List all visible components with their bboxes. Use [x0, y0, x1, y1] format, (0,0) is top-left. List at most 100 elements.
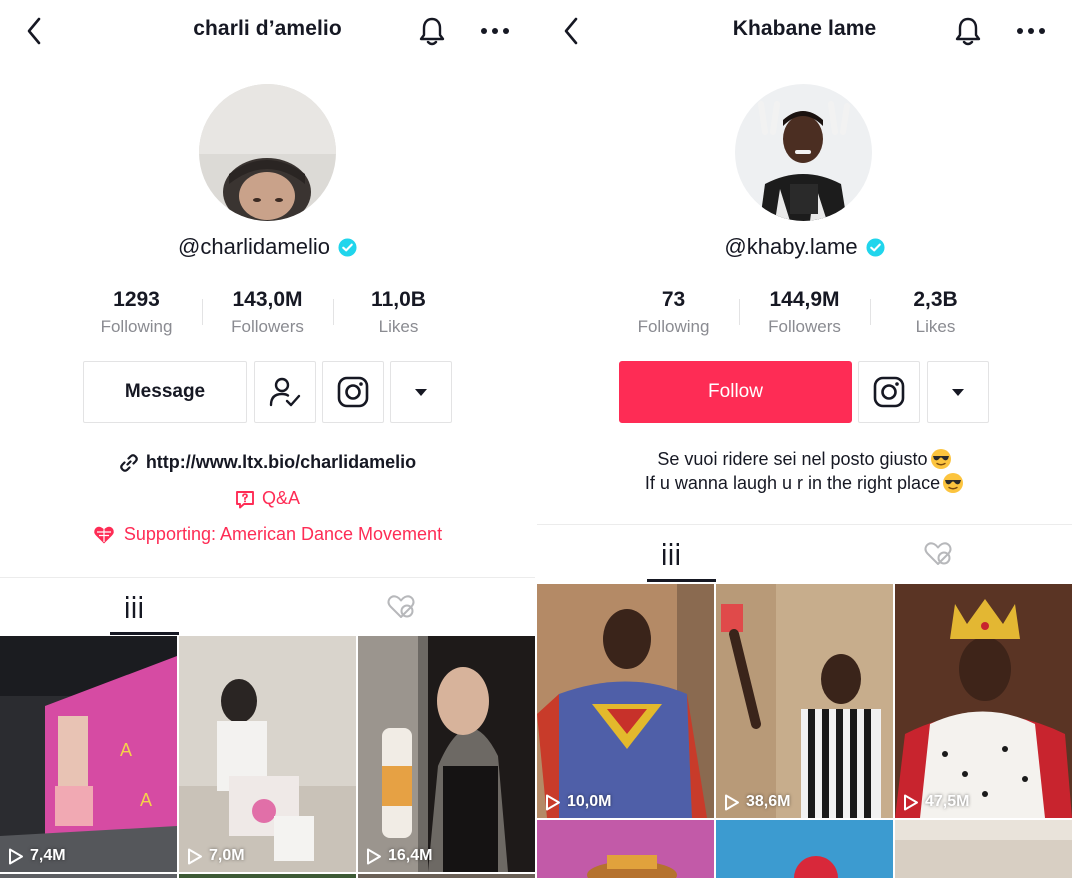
tab-liked[interactable]	[268, 578, 536, 635]
handle-row: @charlidamelio	[0, 234, 535, 260]
video-thumbnail	[895, 820, 1072, 878]
likes-stat: 2,3B Likes	[870, 287, 1001, 340]
liked-icon	[387, 594, 415, 618]
tab-videos[interactable]	[537, 525, 805, 582]
avatar-image	[199, 84, 336, 221]
more-suggestions-button[interactable]	[390, 361, 452, 423]
view-count-text: 16,4M	[388, 847, 433, 864]
video-tile[interactable]: A A 7,4M	[0, 636, 177, 872]
dropdown-icon	[952, 388, 964, 396]
following-count: 73	[661, 288, 686, 311]
follow-button[interactable]: Follow	[619, 361, 852, 423]
profile-stats: 73 Following 144,9M Followers 2,3B Likes	[537, 287, 1072, 340]
view-count-text: 7,4M	[30, 847, 66, 864]
view-count: 38,6M	[724, 793, 790, 811]
following-count: 1293	[113, 288, 160, 311]
video-grid: A A 7,4M 7,0M 16,4M	[0, 636, 535, 878]
video-grid: 10,0M 38,6M 47,5M	[537, 584, 1072, 878]
message-button[interactable]: Message	[83, 361, 247, 423]
avatar-image	[735, 84, 872, 221]
bio-link-text: http://www.ltx.bio/charlidamelio	[145, 452, 417, 472]
video-tile[interactable]	[716, 820, 893, 878]
more-icon	[1017, 28, 1045, 34]
verified-icon	[338, 237, 357, 257]
tab-videos[interactable]	[0, 578, 268, 635]
play-icon	[9, 848, 23, 864]
followers-count: 144,9M	[769, 288, 840, 311]
view-count: 16,4M	[366, 847, 432, 865]
liked-icon	[924, 541, 952, 565]
sunglasses-emoji-icon	[943, 473, 964, 493]
followers-label: Followers	[768, 317, 841, 336]
video-thumbnail	[537, 584, 714, 818]
play-icon	[904, 794, 918, 810]
video-tile[interactable]	[537, 820, 714, 878]
bell-icon	[955, 17, 981, 46]
likes-label: Likes	[915, 317, 956, 336]
bell-icon	[419, 17, 445, 46]
grid-icon	[662, 542, 679, 565]
video-thumbnail: A A	[0, 636, 177, 872]
add-friend-icon	[269, 377, 301, 407]
qa-link[interactable]: Q&A	[0, 488, 535, 509]
profile-tabs	[537, 524, 1072, 582]
bio-line: If u wanna laugh u r in the right place	[537, 471, 1072, 495]
play-icon	[188, 848, 202, 864]
instagram-button[interactable]	[858, 361, 920, 423]
link-icon	[119, 453, 138, 472]
dropdown-icon	[415, 388, 427, 396]
video-tile[interactable]: 7,0M	[179, 636, 356, 872]
play-icon	[546, 794, 560, 810]
active-tab-indicator	[110, 632, 179, 635]
notification-button[interactable]	[952, 14, 984, 48]
followers-count: 143,0M	[232, 288, 303, 311]
supporting-text: Supporting: American Dance Movement	[123, 524, 443, 544]
friends-button[interactable]	[254, 361, 316, 423]
profile-title: charli d’amelio	[193, 17, 342, 40]
instagram-icon	[337, 376, 369, 408]
more-options-button[interactable]	[1013, 14, 1049, 48]
more-suggestions-button[interactable]	[927, 361, 989, 423]
profile-stats: 1293 Following 143,0M Followers 11,0B Li…	[0, 287, 535, 340]
profile-title: Khabane lame	[732, 17, 877, 40]
active-tab-indicator	[647, 579, 716, 582]
likes-count: 11,0B	[371, 288, 426, 311]
video-tile[interactable]: 10,0M	[537, 584, 714, 818]
more-options-button[interactable]	[477, 14, 513, 48]
video-tile[interactable]: 38,6M	[716, 584, 893, 818]
svg-text:A: A	[120, 740, 132, 760]
play-icon	[367, 848, 381, 864]
notification-button[interactable]	[416, 14, 448, 48]
instagram-button[interactable]	[322, 361, 384, 423]
view-count: 47,5M	[903, 793, 969, 811]
video-tile[interactable]: 47,5M	[895, 584, 1072, 818]
bio-line: Se vuoi ridere sei nel posto giusto	[537, 447, 1072, 471]
following-stat[interactable]: 1293 Following	[71, 287, 202, 340]
followers-stat[interactable]: 144,9M Followers	[739, 287, 870, 340]
instagram-icon	[873, 376, 905, 408]
supporting-link[interactable]: Supporting: American Dance Movement	[0, 524, 535, 545]
avatar[interactable]	[199, 84, 336, 221]
view-count: 10,0M	[545, 793, 611, 811]
avatar[interactable]	[735, 84, 872, 221]
profile-bio: Se vuoi ridere sei nel posto giusto If u…	[537, 447, 1072, 495]
khaby-profile-panel: Khabane lame @khaby.lame 73 Following 14…	[537, 0, 1072, 878]
video-tile[interactable]	[895, 820, 1072, 878]
message-button-label: Message	[124, 381, 206, 402]
likes-label: Likes	[378, 317, 419, 336]
followers-stat[interactable]: 143,0M Followers	[202, 287, 333, 340]
video-tile[interactable]	[179, 874, 356, 878]
profile-tabs	[0, 577, 535, 635]
view-count: 7,0M	[187, 847, 245, 865]
profile-handle: @charlidamelio	[178, 234, 330, 259]
bio-link[interactable]: http://www.ltx.bio/charlidamelio	[0, 452, 535, 473]
video-tile[interactable]	[358, 874, 535, 878]
handle-row: @khaby.lame	[537, 234, 1072, 260]
tab-liked[interactable]	[805, 525, 1072, 582]
likes-count: 2,3B	[913, 288, 958, 311]
profile-handle: @khaby.lame	[724, 234, 858, 259]
video-tile[interactable]: 16,4M	[358, 636, 535, 872]
profile-header: Khabane lame	[537, 0, 1072, 62]
video-tile[interactable]	[0, 874, 177, 878]
following-stat[interactable]: 73 Following	[608, 287, 739, 340]
